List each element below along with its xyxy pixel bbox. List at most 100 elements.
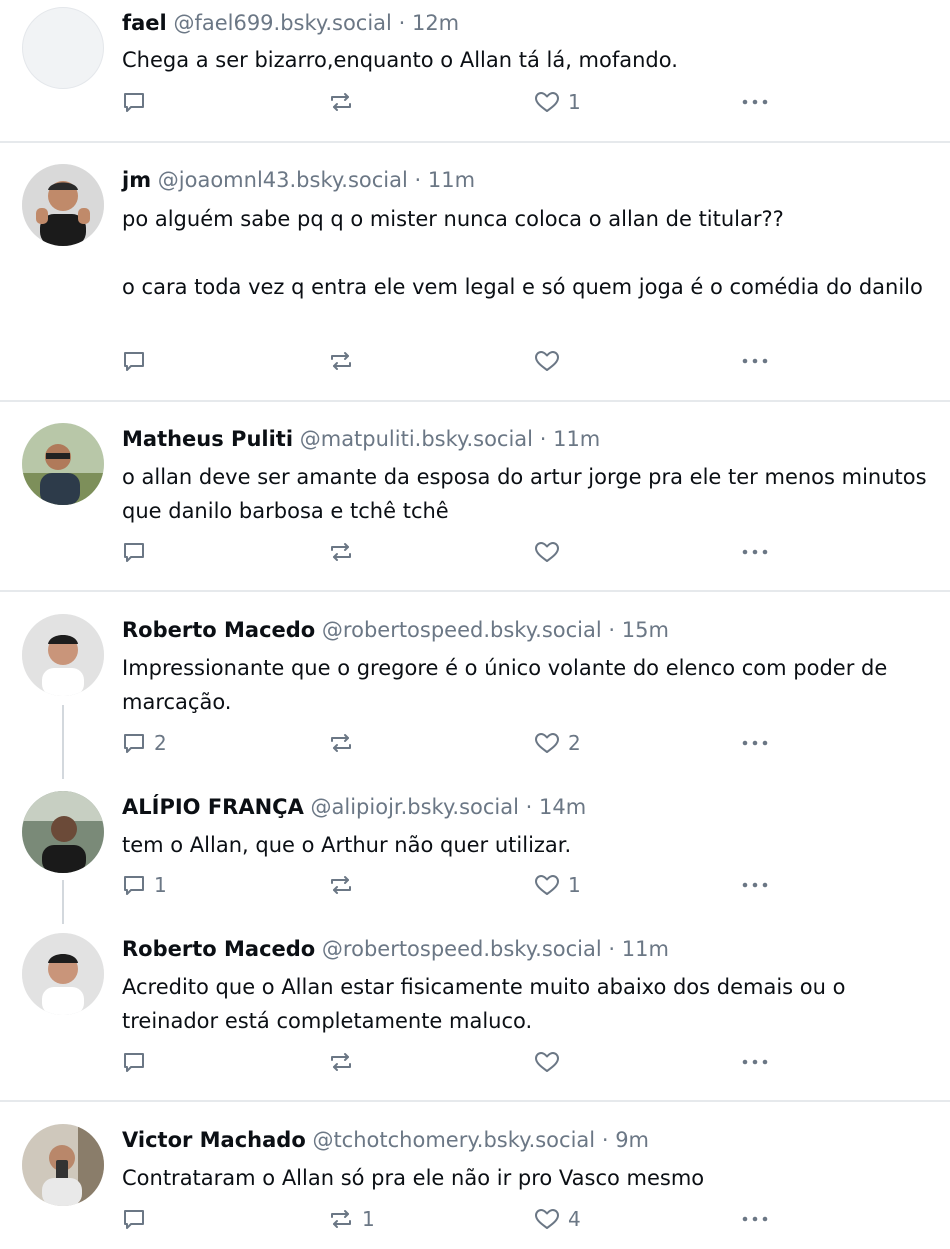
ellipsis-icon [740,349,770,373]
like-button[interactable]: 1 [534,873,581,897]
post-actions: 2 2 [122,731,772,759]
like-button[interactable] [534,349,568,373]
ellipsis-icon [740,90,770,114]
ellipsis-icon [740,731,770,755]
post-time[interactable]: 11m [622,937,669,961]
repost-button[interactable]: 1 [328,1207,375,1231]
author-handle[interactable]: @robertospeed.bsky.social [322,937,602,961]
heart-icon [534,873,560,897]
more-options-button[interactable] [740,1050,770,1074]
author-name[interactable]: Matheus Puliti [122,427,293,451]
repost-count: 1 [362,1207,375,1231]
divider [0,400,950,402]
more-options-button[interactable] [740,1207,770,1231]
post-header: jm @joaomnl43.bsky.social · 11m [122,170,475,191]
reply-button[interactable]: 2 [122,731,167,755]
reply-button[interactable] [122,349,154,373]
heart-icon [534,1207,560,1231]
author-handle[interactable]: @alipiojr.bsky.social [311,795,519,819]
post-header: Roberto Macedo @robertospeed.bsky.social… [122,939,669,960]
speech-bubble-icon [122,873,146,897]
reply-count: 1 [154,873,167,897]
heart-icon [534,1050,560,1074]
post-text: po alguém sabe pq q o mister nunca coloc… [122,207,923,299]
repost-arrows-icon [328,349,354,373]
separator-dot: · [608,618,616,642]
author-name[interactable]: ALÍPIO FRANÇA [122,795,304,819]
post-time[interactable]: 14m [539,795,586,819]
like-count: 1 [568,873,581,897]
ellipsis-icon [740,873,770,897]
author-name[interactable]: Roberto Macedo [122,618,315,642]
like-button[interactable] [534,1050,568,1074]
post-text: o allan deve ser amante da esposa do art… [122,465,934,523]
separator-dot: · [414,168,422,192]
author-name[interactable]: fael [122,11,167,35]
heart-icon [534,540,560,564]
avatar[interactable] [22,791,104,873]
like-button[interactable]: 4 [534,1207,581,1231]
reply-count: 2 [154,731,167,755]
repost-arrows-icon [328,731,354,755]
post-actions: 1 4 [122,1207,772,1235]
divider [0,590,950,592]
post-time[interactable]: 12m [412,11,459,35]
avatar[interactable] [22,1124,104,1206]
post-header: ALÍPIO FRANÇA @alipiojr.bsky.social · 14… [122,797,586,818]
author-handle[interactable]: @tchotchomery.bsky.social [312,1128,595,1152]
like-button[interactable]: 2 [534,731,581,755]
heart-icon [534,731,560,755]
more-options-button[interactable] [740,90,770,114]
more-options-button[interactable] [740,540,770,564]
author-handle[interactable]: @matpuliti.bsky.social [300,427,533,451]
avatar[interactable] [22,614,104,696]
speech-bubble-icon [122,540,146,564]
reply-button[interactable] [122,1207,154,1231]
post-time[interactable]: 11m [553,427,600,451]
author-name[interactable]: Victor Machado [122,1128,306,1152]
repost-button[interactable] [328,349,362,373]
repost-button[interactable] [328,1050,362,1074]
author-handle[interactable]: @fael699.bsky.social [173,11,391,35]
like-button[interactable] [534,540,568,564]
avatar[interactable] [22,933,104,1015]
more-options-button[interactable] [740,873,770,897]
post-time[interactable]: 9m [615,1128,649,1152]
separator-dot: · [608,937,616,961]
ellipsis-icon [740,1207,770,1231]
author-name[interactable]: Roberto Macedo [122,937,315,961]
avatar[interactable] [22,164,104,246]
more-options-button[interactable] [740,349,770,373]
repost-button[interactable] [328,90,362,114]
reply-button[interactable]: 1 [122,873,167,897]
post-text: tem o Allan, que o Arthur não quer utili… [122,833,572,857]
like-count: 2 [568,731,581,755]
avatar[interactable] [22,7,104,89]
post-actions [122,1050,772,1078]
post-text: Chega a ser bizarro,enquanto o Allan tá … [122,48,678,72]
post-time[interactable]: 11m [428,168,475,192]
more-options-button[interactable] [740,731,770,755]
post-time[interactable]: 15m [622,618,669,642]
author-handle[interactable]: @robertospeed.bsky.social [322,618,602,642]
separator-dot: · [601,1128,609,1152]
author-handle[interactable]: @joaomnl43.bsky.social [158,168,408,192]
author-name[interactable]: jm [122,168,151,192]
separator-dot: · [539,427,547,451]
repost-arrows-icon [328,540,354,564]
reply-button[interactable] [122,90,154,114]
avatar[interactable] [22,423,104,505]
heart-icon [534,90,560,114]
thread-line [62,880,64,924]
repost-button[interactable] [328,540,362,564]
divider [0,141,950,143]
post-actions [122,349,772,377]
post-text: Acredito que o Allan estar fisicamente m… [122,975,853,1033]
thread-line [62,705,64,779]
reply-button[interactable] [122,540,154,564]
repost-button[interactable] [328,873,362,897]
speech-bubble-icon [122,1050,146,1074]
reply-button[interactable] [122,1050,154,1074]
repost-button[interactable] [328,731,362,755]
like-button[interactable]: 1 [534,90,581,114]
